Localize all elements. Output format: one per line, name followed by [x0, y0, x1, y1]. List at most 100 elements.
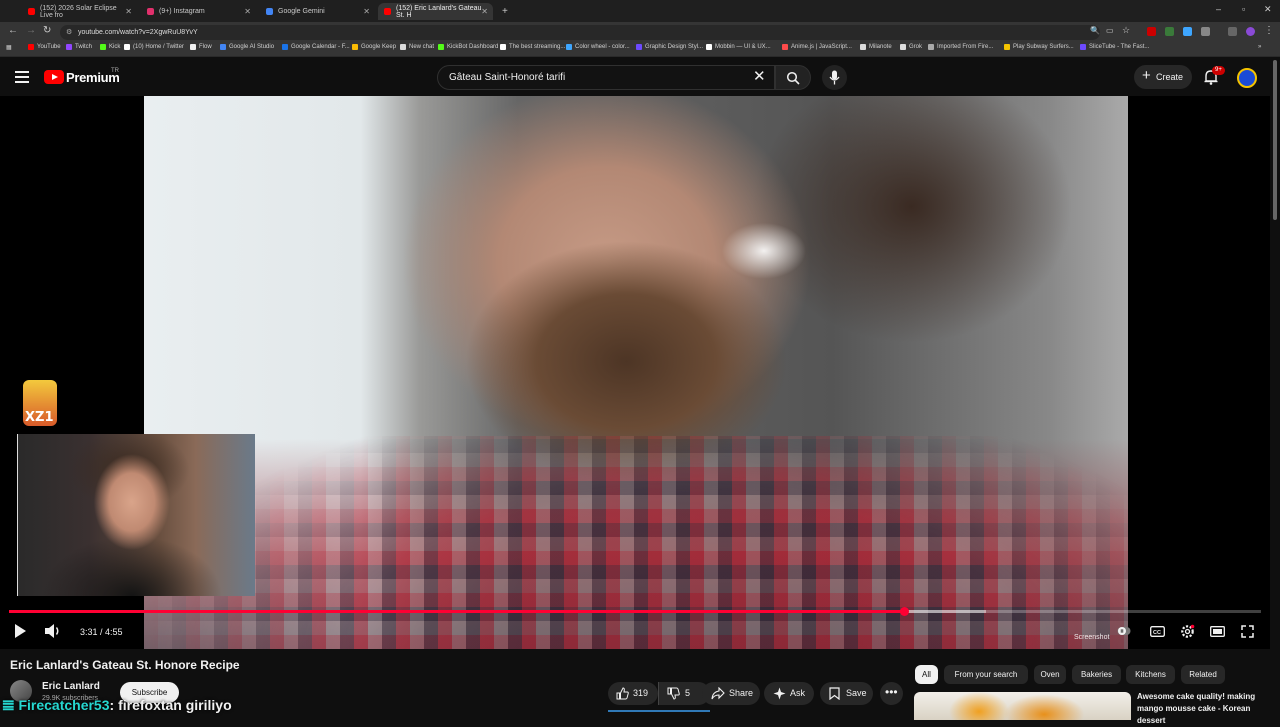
maximize-icon[interactable]: ▫	[1242, 4, 1245, 14]
subtitles-icon[interactable]: CC	[1150, 626, 1165, 637]
browser-menu-icon[interactable]: ⋮	[1264, 25, 1274, 36]
bookmark-item[interactable]: Twitch	[66, 44, 92, 50]
like-button[interactable]: 319	[608, 682, 658, 705]
autoplay-toggle-icon[interactable]	[1117, 625, 1131, 637]
bookmark-item[interactable]: Graphic Design Styl...	[636, 44, 703, 50]
bookmark-favicon-icon	[400, 44, 406, 50]
bookmark-item[interactable]: New chat	[400, 44, 434, 50]
bookmark-item[interactable]: Color wheel - color...	[566, 44, 630, 50]
bookmark-item[interactable]: Anime.js | JavaScript...	[782, 44, 852, 50]
settings-gear-icon[interactable]	[1180, 624, 1195, 639]
bookmark-item[interactable]: Google AI Studio	[220, 44, 274, 50]
bookmark-item[interactable]: YouTube	[28, 44, 61, 50]
bookmark-label: Google Calendar - F...	[291, 44, 350, 50]
bookmark-label: Flow	[199, 44, 212, 50]
progress-scrubber-handle[interactable]	[899, 607, 909, 616]
browser-tab-gemini[interactable]: Google Gemini ✕	[260, 3, 375, 20]
bookmark-item[interactable]: Google Calendar - F...	[282, 44, 350, 50]
bookmark-favicon-icon	[190, 44, 196, 50]
bookmark-item[interactable]: KickBot Dashboard	[438, 44, 498, 50]
screenshot-label[interactable]: Screenshot	[1074, 634, 1109, 641]
extension-icon[interactable]	[1147, 27, 1156, 36]
channel-name[interactable]: Eric Lanlard	[42, 681, 100, 692]
browser-tab-instagram[interactable]: (9+) Instagram ✕	[141, 3, 256, 20]
clear-search-icon[interactable]: ✕	[753, 67, 766, 85]
zoom-icon[interactable]: 🔍	[1090, 26, 1100, 35]
share-button[interactable]: Share	[702, 682, 760, 705]
bookmark-item[interactable]: The best streaming...	[500, 44, 565, 50]
minimize-icon[interactable]: –	[1216, 4, 1221, 14]
chip-bakeries[interactable]: Bakeries	[1072, 665, 1121, 684]
cast-icon[interactable]: ▭	[1106, 26, 1114, 35]
play-icon[interactable]	[13, 623, 27, 639]
create-button[interactable]: Create	[1134, 64, 1192, 89]
bookmark-favicon-icon	[352, 44, 358, 50]
close-tab-icon[interactable]: ✕	[481, 7, 488, 16]
extensions-puzzle-icon[interactable]	[1201, 27, 1210, 36]
video-player[interactable]: XZ1 3:31 / 4:55 Screenshot CC	[0, 96, 1270, 649]
theater-mode-icon[interactable]	[1210, 626, 1225, 637]
bookmark-star-icon[interactable]: ☆	[1122, 25, 1130, 36]
new-tab-button[interactable]: +	[496, 3, 512, 20]
back-icon[interactable]: ←	[8, 25, 18, 36]
voice-search-button[interactable]	[822, 65, 847, 90]
ask-label: Ask	[790, 688, 806, 698]
bookmark-favicon-icon	[28, 44, 34, 50]
bookmark-favicon-icon	[66, 44, 72, 50]
fullscreen-icon[interactable]	[1241, 625, 1254, 638]
bookmark-item[interactable]: SliceTube - The Fast...	[1080, 44, 1149, 50]
browser-tab-solar-eclipse[interactable]: (152) 2026 Solar Eclipse Live fro ✕	[22, 3, 137, 20]
bookmark-item[interactable]: Play Subway Surfers...	[1004, 44, 1074, 50]
volume-icon[interactable]	[44, 623, 62, 639]
extension-icon[interactable]	[1165, 27, 1174, 36]
bookmark-item[interactable]: (10) Home / Twitter	[124, 44, 184, 50]
close-tab-icon[interactable]: ✕	[125, 7, 132, 16]
bookmark-item[interactable]: Grok	[900, 44, 922, 50]
site-info-icon[interactable]: ⚙	[66, 25, 72, 40]
bookmark-favicon-icon	[1004, 44, 1010, 50]
svg-text:CC: CC	[1153, 630, 1161, 636]
extension-icon[interactable]	[1183, 27, 1192, 36]
bookmark-favicon-icon	[706, 44, 712, 50]
chip-all[interactable]: All	[915, 665, 938, 684]
search-input[interactable]: Gâteau Saint-Honoré tarifi	[437, 65, 775, 90]
ask-button[interactable]: Ask	[764, 682, 814, 705]
reload-icon[interactable]: ↻	[43, 25, 51, 36]
bookmark-item[interactable]: Flow	[190, 44, 212, 50]
forward-icon[interactable]: →	[26, 25, 36, 36]
more-actions-button[interactable]: •••	[880, 682, 903, 705]
close-tab-icon[interactable]: ✕	[244, 7, 251, 16]
bookmark-item[interactable]: Kick	[100, 44, 120, 50]
bookmark-item[interactable]: Imported From Fire...	[928, 44, 993, 50]
chip-from-your-search[interactable]: From your search	[944, 665, 1028, 684]
address-bar[interactable]: ⚙ youtube.com/watch?v=2XgwRuU8YvY	[60, 25, 1100, 40]
youtube-header: Premium TR Gâteau Saint-Honoré tarifi ✕ …	[0, 57, 1280, 97]
profile-icon[interactable]	[1246, 27, 1255, 36]
bookmark-label: Google AI Studio	[229, 44, 275, 50]
close-tab-icon[interactable]: ✕	[363, 7, 370, 16]
search-icon	[786, 71, 800, 85]
chip-kitchens[interactable]: Kitchens	[1126, 665, 1175, 684]
account-avatar[interactable]	[1237, 68, 1257, 88]
bookmark-favicon-icon	[1080, 44, 1086, 50]
search-button[interactable]	[775, 65, 811, 90]
close-window-icon[interactable]: ✕	[1264, 4, 1272, 15]
bookmark-item[interactable]: Mobbin — UI & UX...	[706, 44, 771, 50]
bookmarks-overflow-icon[interactable]: »	[1258, 44, 1261, 50]
bookmark-item[interactable]: Google Keep	[352, 44, 396, 50]
apps-grid-icon[interactable]: ▦	[6, 44, 12, 51]
chip-related[interactable]: Related	[1181, 665, 1225, 684]
bookmark-item[interactable]: Milanote	[860, 44, 892, 50]
sidebar-icon[interactable]	[1228, 27, 1237, 36]
recommendation-title[interactable]: Awesome cake quality! making mango mouss…	[1137, 691, 1267, 727]
browser-tab-eric-lanlard[interactable]: (152) Eric Lanlard's Gateau St. H ✕	[378, 3, 493, 20]
youtube-logo-icon[interactable]	[44, 70, 64, 84]
recommendation-thumbnail[interactable]	[914, 692, 1131, 720]
hamburger-menu-icon[interactable]	[15, 71, 29, 83]
progress-bar[interactable]	[9, 607, 1261, 616]
bookmark-favicon-icon	[900, 44, 906, 50]
overlay-badge-text: XZ1	[25, 410, 54, 425]
page-scrollbar[interactable]	[1273, 60, 1277, 220]
save-button[interactable]: Save	[820, 682, 873, 705]
chip-oven[interactable]: Oven	[1034, 665, 1066, 684]
